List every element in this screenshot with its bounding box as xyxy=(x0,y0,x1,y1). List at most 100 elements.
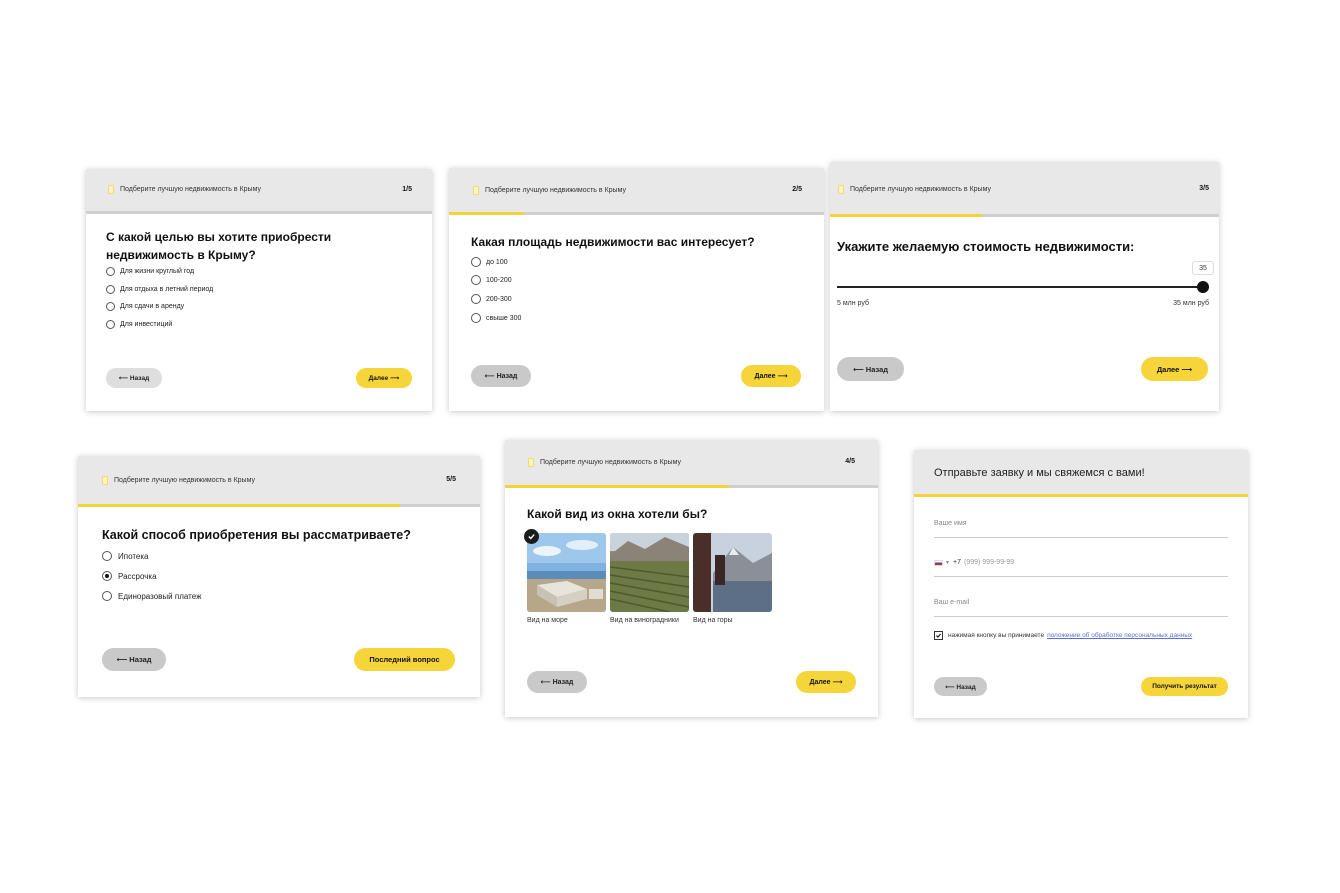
option-label: Единоразовый платеж xyxy=(118,591,202,601)
option-label: Для отдыха в летний период xyxy=(120,286,214,293)
logo-mark-icon xyxy=(838,185,844,194)
progress-bar xyxy=(86,211,432,214)
chevron-down-icon[interactable]: ▾ xyxy=(946,559,949,566)
slider-value: 35 xyxy=(1199,264,1207,272)
option-radio[interactable]: Для сдачи в аренду xyxy=(106,302,184,311)
view-caption: Вид на виноградники xyxy=(610,617,679,624)
step-counter: 1/5 xyxy=(402,186,412,193)
option-radio[interactable]: 200-300 xyxy=(471,294,512,304)
radio-icon[interactable] xyxy=(106,320,115,329)
last-question-button[interactable]: Последний вопрос xyxy=(354,648,455,671)
question-text: Какая площадь недвижимости вас интересуе… xyxy=(471,235,755,249)
radio-icon[interactable] xyxy=(106,302,115,311)
back-button[interactable]: ⟵ Назад xyxy=(102,648,166,671)
card-header: Подберите лучшую недвижимость в Крыму 4/… xyxy=(505,440,878,485)
header-underline xyxy=(914,494,1248,497)
checkbox-checked-icon[interactable] xyxy=(934,631,943,640)
question-text: Какой способ приобретения вы рассматрива… xyxy=(102,528,411,542)
header-title-text: Подберите лучшую недвижимость в Крыму xyxy=(540,459,681,466)
slider-min-label: 5 млн руб xyxy=(837,300,869,307)
step-counter: 5/5 xyxy=(446,476,456,483)
option-label: 100-200 xyxy=(486,276,512,284)
next-button[interactable]: Далее ⟶ xyxy=(796,671,856,693)
view-option-sea[interactable] xyxy=(527,533,606,612)
back-button[interactable]: ⟵ Назад xyxy=(471,365,531,387)
radio-icon[interactable] xyxy=(471,257,481,267)
view-option-mountains[interactable] xyxy=(693,533,772,612)
radio-icon[interactable] xyxy=(471,275,481,285)
name-field[interactable]: Ваше имя xyxy=(934,520,967,527)
progress-bar xyxy=(449,212,824,215)
logo-mark-icon xyxy=(108,185,114,194)
header-title-text: Подберите лучшую недвижимость в Крыму xyxy=(485,187,626,194)
option-label: до 100 xyxy=(486,258,508,266)
option-label: Для инвестиций xyxy=(120,321,173,328)
question-text: Укажите желаемую стоимость недвижимости: xyxy=(837,239,1135,254)
option-radio[interactable]: Для инвестиций xyxy=(106,320,172,329)
card-header: Отправьте заявку и мы свяжемся с вами! xyxy=(914,450,1248,494)
step-counter: 3/5 xyxy=(1199,185,1209,192)
slider-max-label: 35 млн руб xyxy=(1173,300,1209,307)
header-title: Подберите лучшую недвижимость в Крыму xyxy=(102,476,255,485)
radio-icon[interactable] xyxy=(471,313,481,323)
header-title: Подберите лучшую недвижимость в Крыму xyxy=(838,185,991,194)
option-radio[interactable]: до 100 xyxy=(471,257,508,267)
option-radio[interactable]: 100-200 xyxy=(471,275,512,285)
logo-mark-icon xyxy=(473,186,479,195)
phone-field-underline xyxy=(934,576,1228,577)
option-radio[interactable]: Ипотека xyxy=(102,551,149,561)
sea-view-image xyxy=(527,533,606,612)
radio-icon[interactable] xyxy=(106,285,115,294)
consent-text: нажимая кнопку вы принимаете xyxy=(948,632,1045,639)
option-label: свыше 300 xyxy=(486,314,522,322)
consent-link[interactable]: положение об обработке персональных данн… xyxy=(1047,632,1192,639)
step-counter: 4/5 xyxy=(845,458,855,465)
view-caption: Вид на горы xyxy=(693,617,733,624)
card-header: Подберите лучшую недвижимость в Крыму 2/… xyxy=(449,168,824,212)
option-radio[interactable]: Для отдыха в летний период xyxy=(106,285,213,294)
email-field-underline xyxy=(934,616,1228,617)
option-radio[interactable]: Рассрочка xyxy=(102,571,157,581)
progress-fill xyxy=(505,485,729,488)
logo-mark-icon xyxy=(528,458,534,467)
back-button[interactable]: ⟵ Назад xyxy=(934,677,987,696)
russia-flag-icon xyxy=(934,559,943,566)
next-button[interactable]: Далее ⟶ xyxy=(1141,357,1208,381)
question-text: Какой вид из окна хотели бы? xyxy=(527,507,708,521)
mountain-view-image xyxy=(693,533,772,612)
option-radio[interactable]: свыше 300 xyxy=(471,313,521,323)
header-title-text: Подберите лучшую недвижимость в Крыму xyxy=(850,186,991,193)
header-title: Подберите лучшую недвижимость в Крыму xyxy=(108,185,261,194)
question-text: С какой целью вы хотите приобрести недви… xyxy=(106,230,332,262)
radio-icon[interactable] xyxy=(106,267,115,276)
phone-prefix: +7 xyxy=(953,559,961,566)
view-option-vineyards[interactable] xyxy=(610,533,689,612)
radio-icon[interactable] xyxy=(102,591,112,601)
next-button[interactable]: Далее ⟶ xyxy=(356,368,412,388)
progress-fill xyxy=(78,504,400,507)
back-button[interactable]: ⟵ Назад xyxy=(527,671,587,693)
option-label: Ипотека xyxy=(118,551,149,561)
option-label: 200-300 xyxy=(486,295,512,303)
radio-selected-icon[interactable] xyxy=(102,571,112,581)
name-field-underline xyxy=(934,537,1228,538)
card-header: Подберите лучшую недвижимость в Крыму 3/… xyxy=(830,162,1219,214)
header-title: Подберите лучшую недвижимость в Крыму xyxy=(473,186,626,195)
back-button[interactable]: ⟵ Назад xyxy=(837,357,904,381)
email-field[interactable]: Ваш e-mail xyxy=(934,599,969,606)
slider-thumb[interactable] xyxy=(1197,281,1209,293)
option-radio[interactable]: Для жизни круглый год xyxy=(106,267,194,276)
phone-field[interactable]: ▾ +7 (999) 999-99-99 xyxy=(934,559,1014,566)
next-button[interactable]: Далее ⟶ xyxy=(741,365,801,387)
quiz-card-step-4: Подберите лучшую недвижимость в Крыму 4/… xyxy=(505,440,878,717)
slider-track[interactable] xyxy=(837,286,1203,288)
radio-icon[interactable] xyxy=(471,294,481,304)
progress-bar xyxy=(830,214,1219,217)
option-radio[interactable]: Единоразовый платеж xyxy=(102,591,201,601)
header-title-text: Подберите лучшую недвижимость в Крыму xyxy=(120,186,261,193)
get-result-button[interactable]: Получить результат xyxy=(1141,677,1228,696)
radio-icon[interactable] xyxy=(102,551,112,561)
phone-placeholder: (999) 999-99-99 xyxy=(964,559,1015,566)
quiz-card-step-3: Подберите лучшую недвижимость в Крыму 3/… xyxy=(830,162,1219,411)
back-button[interactable]: ⟵ Назад xyxy=(106,368,162,388)
